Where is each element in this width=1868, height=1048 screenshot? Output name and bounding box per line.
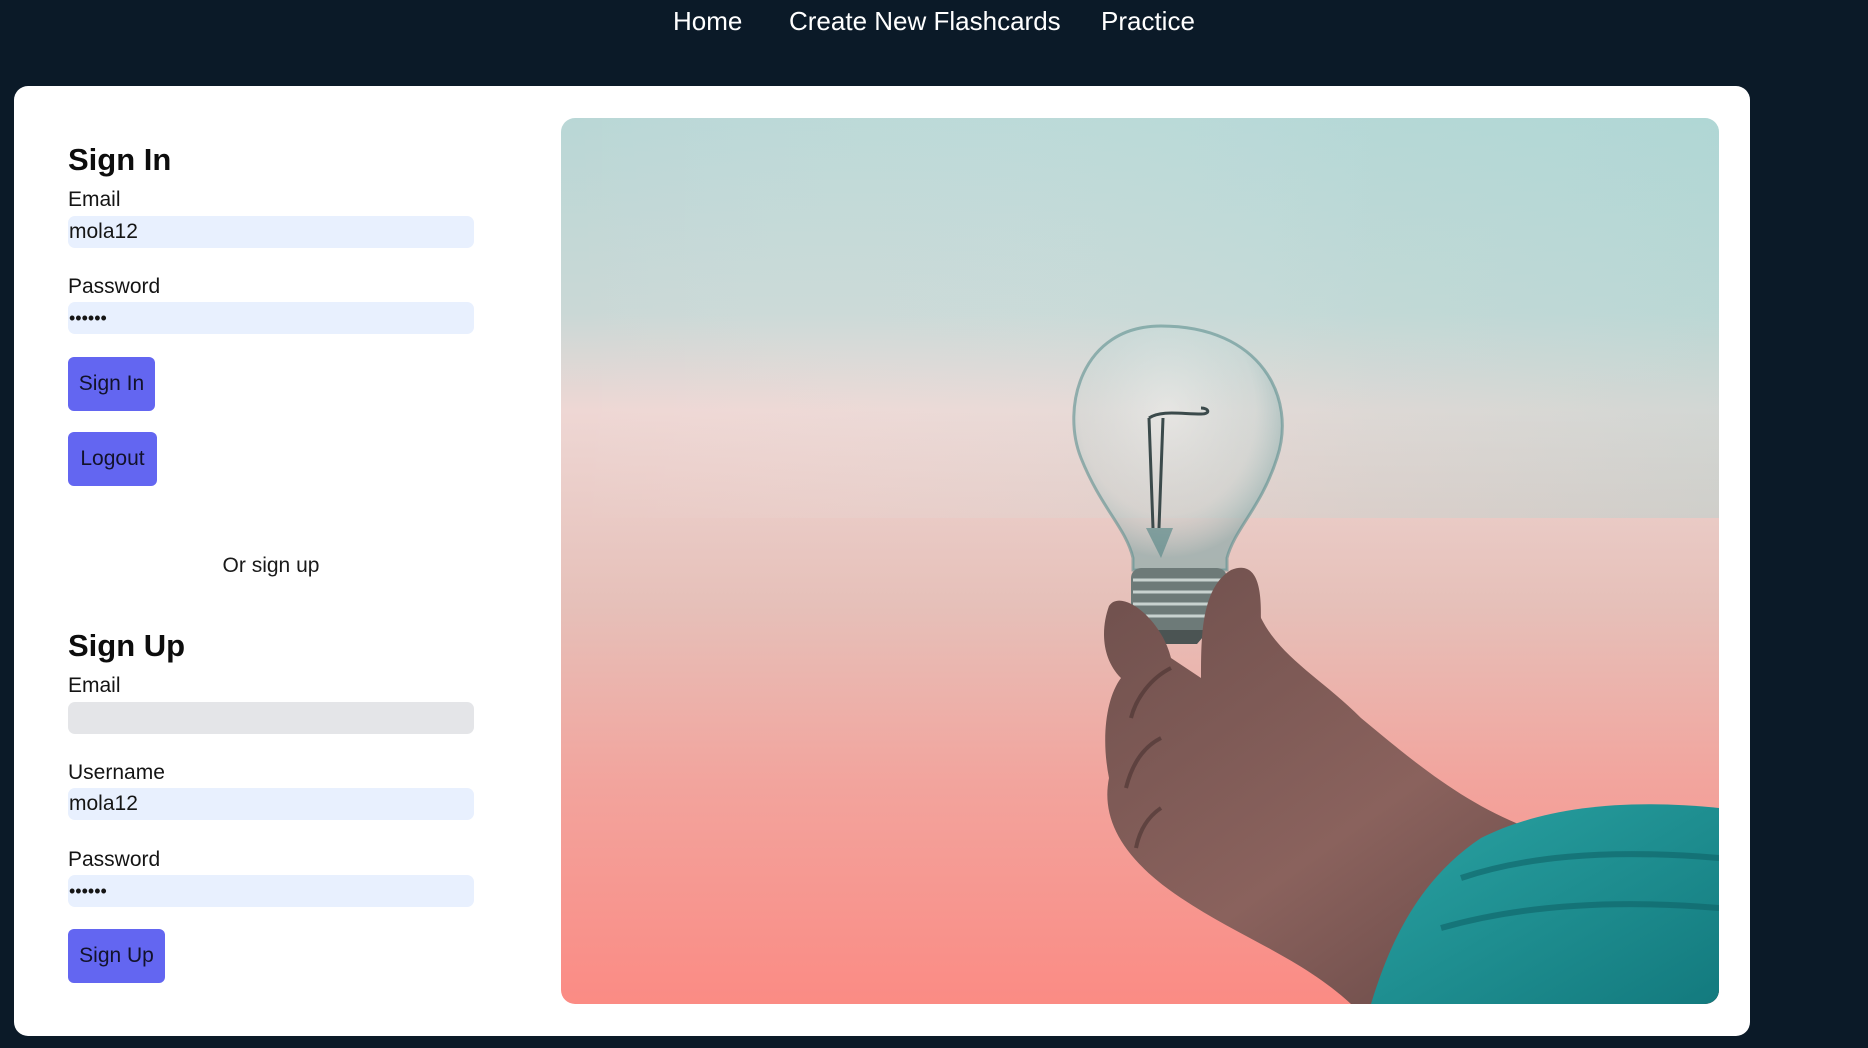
signup-username-label: Username: [68, 761, 165, 784]
signin-button[interactable]: Sign In: [68, 357, 155, 411]
top-navigation: Home Create New Flashcards Practice: [0, 0, 1868, 86]
signup-button[interactable]: Sign Up: [68, 929, 165, 983]
signup-title: Sign Up: [68, 628, 186, 663]
signin-password-label: Password: [68, 275, 161, 298]
signup-password-label: Password: [68, 848, 161, 871]
logout-button[interactable]: Logout: [68, 432, 157, 486]
or-sign-up-divider: Or sign up: [222, 554, 320, 577]
hand-holding-lightbulb-image: [561, 118, 1719, 1004]
signin-password-input[interactable]: [68, 302, 474, 334]
main-card: Sign In Email Password Sign In Logout Or…: [14, 86, 1750, 1036]
nav-home-link[interactable]: Home: [673, 4, 742, 38]
signup-username-input[interactable]: [68, 788, 474, 820]
signin-email-label: Email: [68, 188, 121, 211]
signin-email-input[interactable]: [68, 216, 474, 248]
signin-title: Sign In: [68, 142, 172, 177]
signup-email-input[interactable]: [68, 702, 474, 734]
signup-password-input[interactable]: [68, 875, 474, 907]
signup-email-label: Email: [68, 674, 121, 697]
nav-create-flashcards-link[interactable]: Create New Flashcards: [789, 4, 1061, 38]
nav-practice-link[interactable]: Practice: [1101, 4, 1195, 38]
